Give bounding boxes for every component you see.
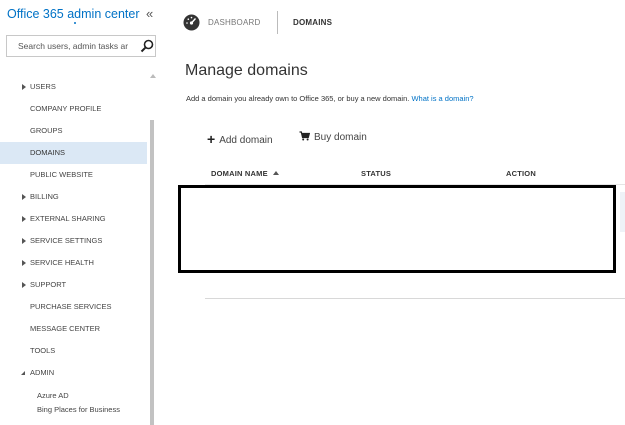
cart-icon	[299, 131, 310, 141]
redacted-rows-box	[178, 185, 616, 273]
nav-list: USERS COMPANY PROFILE GROUPS DOMAINS PUB…	[0, 76, 147, 417]
sidebar-item-admin[interactable]: ADMIN	[0, 362, 147, 384]
column-domain-name[interactable]: DOMAIN NAME	[211, 169, 279, 178]
breadcrumb-dashboard[interactable]: DASHBOARD	[208, 18, 260, 27]
nav-label: TOOLS	[30, 346, 56, 355]
nav-label: GROUPS	[30, 126, 63, 135]
nav-label: DOMAINS	[30, 148, 66, 157]
buy-domain-label: Buy domain	[314, 132, 367, 143]
sidebar-item-users[interactable]: USERS	[0, 76, 147, 98]
search-icon[interactable]	[140, 39, 154, 53]
breadcrumb-divider	[277, 11, 278, 34]
buy-domain-button[interactable]: Buy domain	[299, 131, 367, 143]
expand-arrow-icon	[22, 84, 26, 90]
nav-label: SERVICE HEALTH	[30, 258, 94, 267]
expand-arrow-icon	[22, 194, 26, 200]
sidebar-item-service-settings[interactable]: SERVICE SETTINGS	[0, 230, 147, 252]
nav-label: EXTERNAL SHARING	[30, 214, 106, 223]
sidebar-item-groups[interactable]: GROUPS	[0, 120, 147, 142]
sidebar-item-domains[interactable]: DOMAINS	[0, 142, 147, 164]
column-status[interactable]: STATUS	[361, 169, 391, 178]
sidebar-item-service-health[interactable]: SERVICE HEALTH	[0, 252, 147, 274]
nav-label: SUPPORT	[30, 280, 67, 289]
nav-label: MESSAGE CENTER	[30, 324, 101, 333]
sidebar-item-public-website[interactable]: PUBLIC WEBSITE	[0, 164, 147, 186]
app-title[interactable]: Office 365 admin center	[7, 7, 139, 21]
nav-label: SERVICE SETTINGS	[30, 236, 103, 245]
sidebar-item-message-center[interactable]: MESSAGE CENTER	[0, 318, 147, 340]
sidebar-item-billing[interactable]: BILLING	[0, 186, 147, 208]
description-text: Add a domain you already own to Office 3…	[186, 94, 410, 103]
page-title: Manage domains	[185, 62, 308, 79]
search-input[interactable]	[7, 36, 135, 56]
what-is-domain-link[interactable]: What is a domain?	[411, 94, 473, 103]
title-dot	[74, 22, 76, 24]
nav-label: Azure AD	[37, 391, 69, 400]
nav-label: PUBLIC WEBSITE	[30, 170, 93, 179]
nav-label: BILLING	[30, 192, 59, 201]
add-domain-button[interactable]: + Add domain	[207, 131, 273, 147]
column-action[interactable]: ACTION	[506, 169, 536, 178]
sidebar-subitem-bing-places[interactable]: Bing Places for Business	[0, 403, 147, 417]
sidebar-item-purchase-services[interactable]: PURCHASE SERVICES	[0, 296, 147, 318]
column-label: DOMAIN NAME	[211, 169, 268, 178]
expand-arrow-icon	[22, 216, 26, 222]
nav-label: PURCHASE SERVICES	[30, 302, 112, 311]
sidebar-subitem-azure-ad[interactable]: Azure AD	[0, 389, 147, 403]
dashboard-gauge-icon[interactable]	[183, 14, 200, 31]
expand-arrow-icon	[22, 238, 26, 244]
domains-table-header: DOMAIN NAME STATUS ACTION	[205, 161, 625, 185]
expand-arrow-icon	[22, 260, 26, 266]
expand-arrow-icon	[22, 282, 26, 288]
nav-label: USERS	[30, 82, 56, 91]
nav-label: COMPANY PROFILE	[30, 104, 102, 113]
scroll-thumb[interactable]	[150, 120, 154, 425]
add-domain-label: Add domain	[219, 135, 273, 146]
nav-label: Bing Places for Business	[37, 405, 120, 414]
sidebar-item-tools[interactable]: TOOLS	[0, 340, 147, 362]
nav-label: ADMIN	[30, 368, 55, 377]
column-label: ACTION	[506, 169, 536, 178]
table-bottom-divider	[205, 298, 625, 299]
sort-ascending-icon	[272, 171, 279, 175]
collapse-arrow-icon	[21, 371, 25, 375]
plus-icon: +	[207, 131, 216, 147]
column-label: STATUS	[361, 169, 392, 178]
collapse-nav-icon[interactable]: «	[146, 6, 153, 21]
left-navigation: Office 365 admin center « USERS COMPANY …	[0, 0, 157, 425]
sidebar-item-support[interactable]: SUPPORT	[0, 274, 147, 296]
search-box	[6, 35, 156, 57]
table-row[interactable]	[620, 192, 625, 232]
sidebar-item-external-sharing[interactable]: EXTERNAL SHARING	[0, 208, 147, 230]
scroll-up-icon[interactable]	[150, 74, 156, 78]
sidebar-item-company-profile[interactable]: COMPANY PROFILE	[0, 98, 147, 120]
page-description: Add a domain you already own to Office 3…	[186, 94, 474, 103]
nav-scrollbar[interactable]	[148, 74, 156, 425]
breadcrumb-current: DOMAINS	[293, 18, 333, 27]
